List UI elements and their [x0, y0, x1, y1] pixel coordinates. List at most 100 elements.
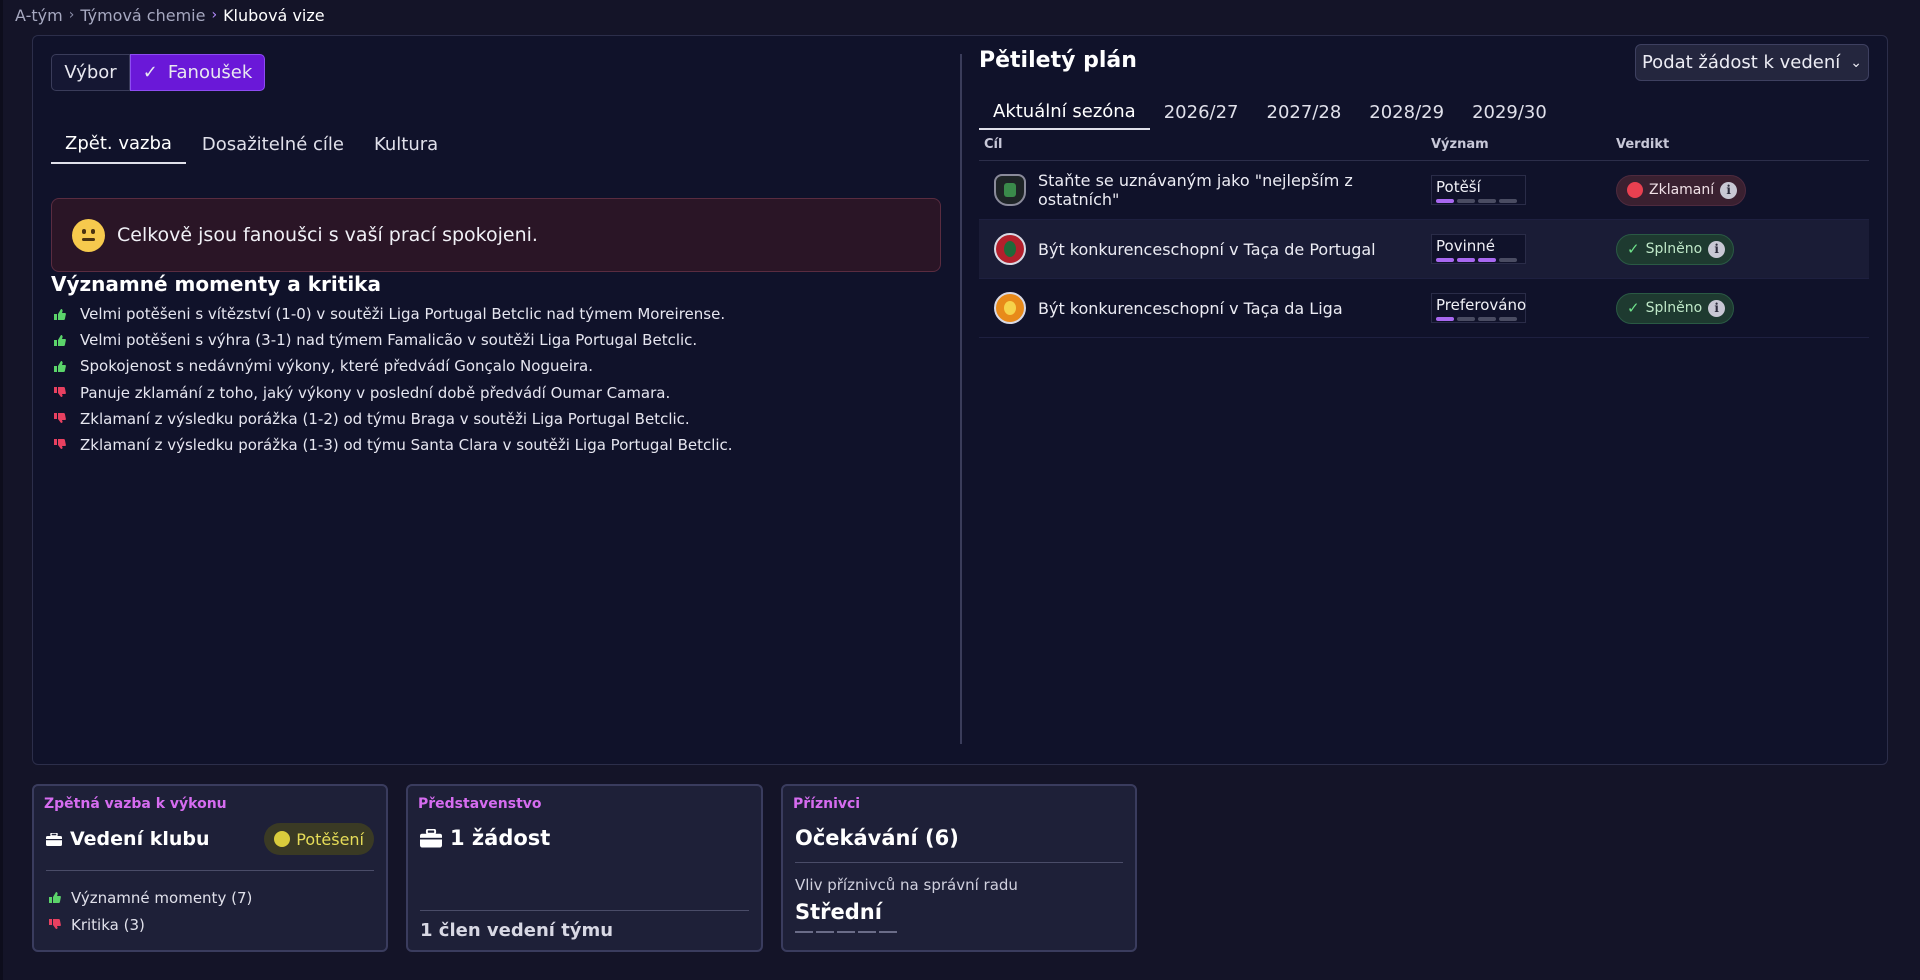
- supporter-influence-value: Střední: [795, 900, 882, 924]
- table-row[interactable]: Být konkurenceschopní v Taça de Portugal…: [979, 220, 1869, 279]
- list-item: Velmi potěšeni s vítězství (1-0) v soutě…: [53, 301, 733, 327]
- card-eyebrow: Zpětná vazba k výkonu: [44, 796, 227, 812]
- tab-season-2027-28[interactable]: 2027/28: [1253, 94, 1356, 130]
- card-divider: [795, 862, 1123, 863]
- column-importance[interactable]: Význam: [1431, 137, 1616, 152]
- tab-season-2026-27[interactable]: 2026/27: [1150, 94, 1253, 130]
- importance-label: Povinné: [1436, 237, 1495, 255]
- tab-culture[interactable]: Kultura: [360, 124, 452, 164]
- info-icon[interactable]: i: [1720, 181, 1738, 199]
- moment-text: Zklamaní z výsledku porážka (1-2) od tým…: [80, 409, 690, 428]
- importance-bars: [1436, 199, 1521, 203]
- thumbs-down-icon: [54, 439, 66, 450]
- moments-heading: Významné momenty a kritika: [51, 272, 381, 296]
- toggle-board[interactable]: Výbor: [51, 54, 130, 91]
- smiley-face-icon: [72, 218, 105, 252]
- feedback-summary-list: Významné momenty (7) Kritika (3): [48, 884, 252, 938]
- critique-count-label: Kritika (3): [71, 915, 145, 934]
- list-item: Zklamaní z výsledku porážka (1-3) od tým…: [53, 432, 733, 458]
- tab-feedback[interactable]: Zpět. vazba: [51, 124, 186, 164]
- performance-feedback-card[interactable]: Zpětná vazba k výkonu Vedení klubu Potěš…: [32, 784, 388, 952]
- goal-text: Být konkurenceschopní v Taça de Portugal: [1038, 239, 1376, 259]
- moment-text: Panuje zklamání z toho, jaký výkony v po…: [80, 383, 671, 402]
- status-badge: Potěšení: [264, 823, 374, 855]
- breadcrumb: A-tým › Týmová chemie › Klubová vize: [15, 4, 325, 26]
- chevron-right-icon: ›: [68, 7, 75, 23]
- info-icon[interactable]: i: [1708, 240, 1726, 258]
- verdict-label: Zklamaní: [1649, 182, 1715, 198]
- list-item: Kritika (3): [48, 911, 252, 938]
- moments-count-label: Významné momenty (7): [71, 888, 253, 907]
- club-vision-panel: Výbor ✓ Fanoušek Zpět. vazba Dosažitelné…: [32, 35, 1888, 765]
- table-row[interactable]: Staňte se uznávaným jako "nejlepším z os…: [979, 161, 1869, 220]
- verdict-badge: ✓ Splněno i: [1616, 292, 1735, 324]
- influence-level-bars: [795, 931, 897, 933]
- card-title: 1 žádost: [420, 826, 550, 850]
- card-eyebrow: Představenstvo: [418, 796, 542, 812]
- smiley-face-icon: [274, 831, 291, 847]
- window-edge: [0, 0, 3, 980]
- info-icon[interactable]: i: [1708, 299, 1726, 317]
- taca-de-portugal-crest-icon: [994, 233, 1026, 265]
- request-to-board-button[interactable]: Podat žádost k vedení ⌄: [1635, 44, 1869, 81]
- chevron-right-icon: ›: [211, 7, 218, 23]
- moment-text: Zklamaní z výsledku porážka (1-3) od tým…: [80, 435, 733, 454]
- verdict-badge: Zklamaní i: [1616, 174, 1747, 206]
- moments-list: Velmi potěšeni s vítězství (1-0) v soutě…: [53, 301, 733, 458]
- sad-face-icon: [1627, 182, 1643, 198]
- breadcrumb-item-team-chemistry[interactable]: Týmová chemie: [80, 6, 205, 25]
- feedback-tabs: Zpět. vazba Dosažitelné cíle Kultura: [51, 124, 454, 164]
- importance-label: Preferováno: [1436, 296, 1527, 314]
- board-members-label: 1 člen vedení týmu: [420, 920, 614, 941]
- request-button-label: Podat žádost k vedení: [1641, 52, 1841, 73]
- card-title-text: 1 žádost: [450, 826, 551, 850]
- thumbs-up-icon: [54, 308, 66, 320]
- supporters-card[interactable]: Příznivci Očekávání (6) Vliv příznivců n…: [781, 784, 1137, 952]
- importance-indicator: Povinné: [1431, 234, 1526, 264]
- fan-mood-text: Celkově jsou fanoušci s vaší prací spoko…: [117, 224, 538, 246]
- list-item: Panuje zklamání z toho, jaký výkony v po…: [53, 380, 733, 406]
- taca-da-liga-crest-icon: [994, 292, 1026, 324]
- list-item: Spokojenost s nedávnými výkony, které př…: [53, 353, 733, 379]
- club-crest-icon: [994, 174, 1026, 206]
- column-verdict[interactable]: Verdikt: [1616, 137, 1669, 152]
- verdict-label: Splněno: [1645, 241, 1703, 257]
- list-item: Významné momenty (7): [48, 884, 252, 911]
- view-toggle: Výbor ✓ Fanoušek: [51, 54, 265, 91]
- thumbs-down-icon: [49, 919, 61, 929]
- moment-text: Velmi potěšeni s výhra (3-1) nad týmem F…: [80, 331, 698, 350]
- goal-text: Být konkurenceschopní v Taça da Liga: [1038, 298, 1343, 318]
- chevron-down-icon: ⌄: [1850, 54, 1863, 71]
- list-item: Zklamaní z výsledku porážka (1-2) od tým…: [53, 406, 733, 432]
- card-divider: [46, 870, 374, 871]
- check-icon: ✓: [1627, 299, 1640, 317]
- season-tabs: Aktuální sezóna 2026/27 2027/28 2028/29 …: [979, 94, 1561, 130]
- importance-label: Potěší: [1436, 178, 1481, 196]
- card-title: Očekávání (6): [795, 826, 959, 850]
- tab-season-2029-30[interactable]: 2029/30: [1458, 94, 1561, 130]
- column-goal[interactable]: Cíl: [979, 137, 1431, 152]
- card-title-text: Očekávání (6): [795, 826, 959, 850]
- tab-current-season[interactable]: Aktuální sezóna: [979, 94, 1150, 130]
- toggle-fans-label: Fanoušek: [167, 62, 253, 83]
- breadcrumb-item-club-vision: Klubová vize: [223, 5, 325, 25]
- fan-mood-banner: Celkově jsou fanoušci s vaší prací spoko…: [51, 198, 941, 272]
- tab-season-2028-29[interactable]: 2028/29: [1355, 94, 1458, 130]
- five-year-plan-title: Pětiletý plán: [979, 48, 1137, 73]
- check-icon: ✓: [142, 62, 158, 83]
- thumbs-down-icon: [54, 387, 66, 398]
- toggle-fans[interactable]: ✓ Fanoušek: [130, 54, 265, 91]
- thumbs-up-icon: [54, 334, 66, 346]
- breadcrumb-item-first-team[interactable]: A-tým: [15, 6, 63, 25]
- briefcase-icon: [420, 828, 442, 847]
- verdict-badge: ✓ Splněno i: [1616, 233, 1735, 265]
- list-item: Velmi potěšeni s výhra (3-1) nad týmem F…: [53, 327, 733, 353]
- tab-achievable-goals[interactable]: Dosažitelné cíle: [188, 124, 358, 164]
- card-title: Vedení klubu: [46, 828, 210, 850]
- board-card[interactable]: Představenstvo 1 žádost 1 člen vedení tý…: [406, 784, 763, 952]
- table-row[interactable]: Být konkurenceschopní v Taça da Liga Pre…: [979, 279, 1869, 338]
- status-badge-label: Potěšení: [296, 829, 364, 849]
- card-eyebrow: Příznivci: [793, 796, 861, 812]
- verdict-label: Splněno: [1645, 300, 1703, 316]
- importance-bars: [1436, 317, 1521, 321]
